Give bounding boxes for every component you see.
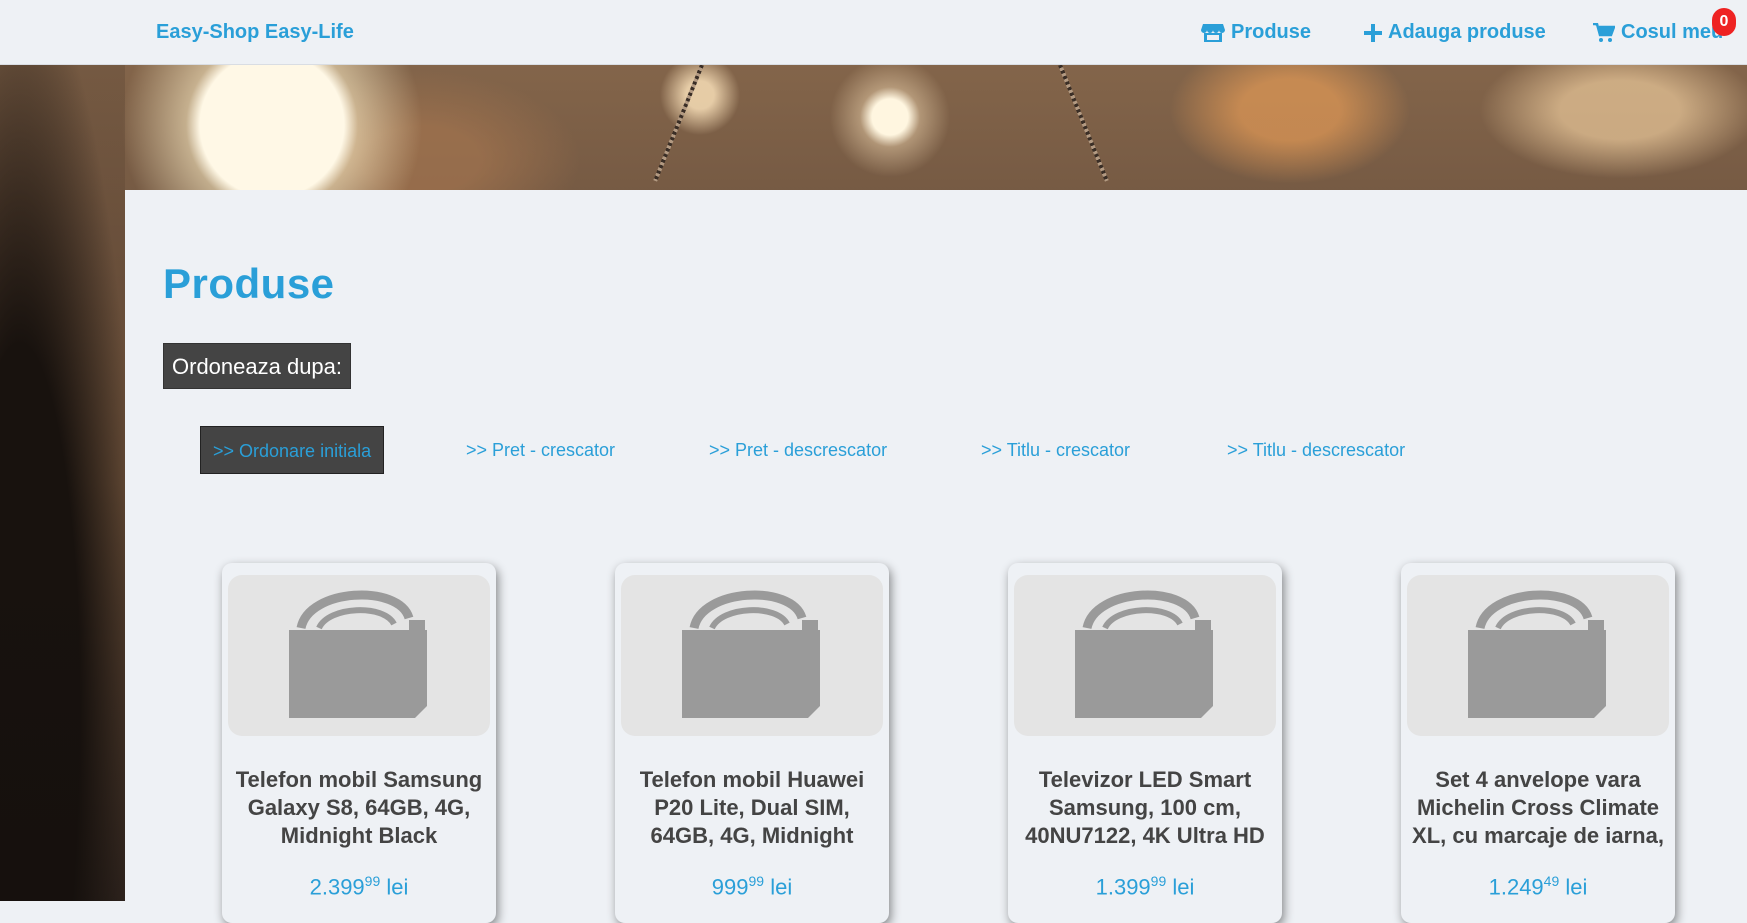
sort-price-asc[interactable]: >> Pret - crescator	[466, 426, 615, 474]
product-card[interactable]: Telefon mobil Huawei P20 Lite, Dual SIM,…	[615, 563, 889, 923]
cart-icon	[1593, 22, 1615, 43]
cart-count-badge: 0	[1712, 8, 1736, 36]
nav-adauga-label: Adauga produse	[1388, 21, 1546, 43]
background-shadow	[0, 65, 125, 901]
product-price: 2.39999 lei	[222, 873, 496, 900]
brand-logo[interactable]: Easy-Shop Easy-Life	[156, 21, 354, 44]
price-int: 2.399	[309, 874, 365, 900]
price-int: 1.249	[1488, 874, 1544, 900]
price-dec: 99	[364, 873, 381, 889]
nav-adauga-produse[interactable]: Adauga produse	[1364, 21, 1546, 44]
product-name[interactable]: Telefon mobil Samsung Galaxy S8, 64GB, 4…	[232, 766, 486, 850]
price-dec: 99	[1150, 873, 1167, 889]
price-dec: 49	[1543, 873, 1560, 889]
nav-produse[interactable]: Produse	[1201, 21, 1311, 44]
nav-cosul-meu[interactable]: Cosul meu	[1593, 21, 1723, 44]
product-name[interactable]: Set 4 anvelope vara Michelin Cross Clima…	[1411, 766, 1665, 850]
shopping-bag-icon	[289, 590, 427, 718]
product-image[interactable]	[1407, 575, 1669, 736]
sort-title-asc[interactable]: >> Titlu - crescator	[981, 426, 1130, 474]
price-int: 999	[711, 874, 749, 900]
product-card[interactable]: Telefon mobil Samsung Galaxy S8, 64GB, 4…	[222, 563, 496, 923]
currency: lei	[386, 874, 409, 900]
product-image[interactable]	[228, 575, 490, 736]
plus-icon	[1364, 23, 1382, 42]
sort-initial[interactable]: >> Ordonare initiala	[200, 426, 385, 474]
shopping-bag-icon	[682, 590, 820, 718]
sort-label: Ordoneaza dupa:	[163, 343, 352, 389]
product-name[interactable]: Televizor LED Smart Samsung, 100 cm, 40N…	[1018, 766, 1272, 850]
product-card[interactable]: Televizor LED Smart Samsung, 100 cm, 40N…	[1008, 563, 1282, 923]
shopping-bag-icon	[1075, 590, 1213, 718]
product-card[interactable]: Set 4 anvelope vara Michelin Cross Clima…	[1401, 563, 1675, 923]
sort-price-desc[interactable]: >> Pret - descrescator	[709, 426, 887, 474]
sort-title-desc[interactable]: >> Titlu - descrescator	[1227, 426, 1405, 474]
price-int: 1.399	[1095, 874, 1151, 900]
background-chain-right	[1058, 64, 1109, 182]
product-image[interactable]	[1014, 575, 1276, 736]
currency: lei	[1565, 874, 1588, 900]
product-image[interactable]	[621, 575, 883, 736]
product-price: 1.24949 lei	[1401, 873, 1675, 900]
top-navbar: Easy-Shop Easy-Life Produse Adauga produ…	[0, 0, 1747, 65]
product-price: 1.39999 lei	[1008, 873, 1282, 900]
currency: lei	[770, 874, 793, 900]
currency: lei	[1172, 874, 1195, 900]
product-name[interactable]: Telefon mobil Huawei P20 Lite, Dual SIM,…	[625, 766, 879, 850]
nav-cosul-label: Cosul meu	[1621, 21, 1724, 43]
price-dec: 99	[748, 873, 765, 889]
product-price: 99999 lei	[615, 873, 889, 900]
page-title: Produse	[163, 260, 335, 307]
shopping-bag-icon	[1468, 590, 1606, 718]
nav-produse-label: Produse	[1231, 21, 1312, 43]
store-icon	[1201, 22, 1225, 44]
background-chain-left	[653, 64, 704, 182]
